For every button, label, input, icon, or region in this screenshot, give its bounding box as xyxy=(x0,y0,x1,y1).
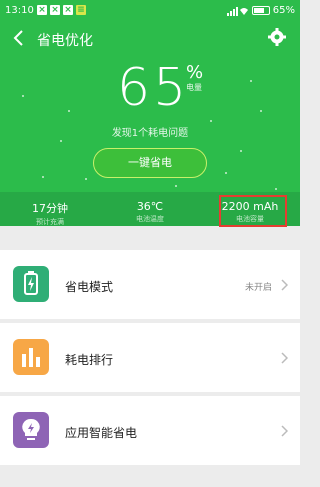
notification-icon: ≡ xyxy=(76,5,86,15)
battery-saver-icon xyxy=(13,266,49,302)
battery-unit-label: 电量 xyxy=(186,83,202,92)
stat-value: 36℃ xyxy=(136,200,164,213)
card-label: 省电模式 xyxy=(65,280,114,294)
one-tap-save-button[interactable]: 一键省电 xyxy=(93,148,207,178)
card-power-ranking[interactable]: 耗电排行 xyxy=(0,323,300,392)
notification-icon: × xyxy=(50,5,60,15)
battery-level: 65 xyxy=(117,58,190,118)
bar-chart-icon xyxy=(13,339,49,375)
card-label: 应用智能省电 xyxy=(65,426,138,440)
battery-icon xyxy=(251,6,270,15)
card-status: 未开启 xyxy=(244,283,272,293)
stat-battery-temp: 36℃ 电池温度 xyxy=(100,200,200,224)
stat-value: 17分钟 xyxy=(32,202,68,215)
card-label: 耗电排行 xyxy=(65,353,114,367)
stat-charge-time: 17分钟 预计充满 xyxy=(0,200,100,227)
status-time: 13:10 xyxy=(5,5,34,16)
chevron-right-icon xyxy=(281,425,288,437)
notification-icon: × xyxy=(63,5,73,15)
highlight-box xyxy=(219,195,287,227)
page-title: 省电优化 xyxy=(37,33,93,49)
status-bar: 13:10 × × × ≡ 65% xyxy=(0,0,300,22)
bulb-icon xyxy=(13,412,49,448)
top-bar: 省电优化 xyxy=(0,26,300,52)
stat-label: 电池温度 xyxy=(136,215,164,223)
percent-sign: % xyxy=(186,62,204,83)
card-app-smart-saving[interactable]: 应用智能省电 xyxy=(0,396,300,465)
card-power-saving-mode[interactable]: 省电模式 未开启 xyxy=(0,250,300,319)
signal-icon xyxy=(226,6,248,16)
gear-icon[interactable] xyxy=(267,27,287,47)
issues-text: 发现1个耗电问题 xyxy=(111,128,189,139)
stat-label: 预计充满 xyxy=(36,218,64,226)
chevron-right-icon xyxy=(281,279,288,291)
chevron-right-icon xyxy=(281,352,288,364)
back-icon[interactable] xyxy=(10,27,30,49)
status-battery-text: 65% xyxy=(272,5,295,16)
notification-icon: × xyxy=(37,5,47,15)
